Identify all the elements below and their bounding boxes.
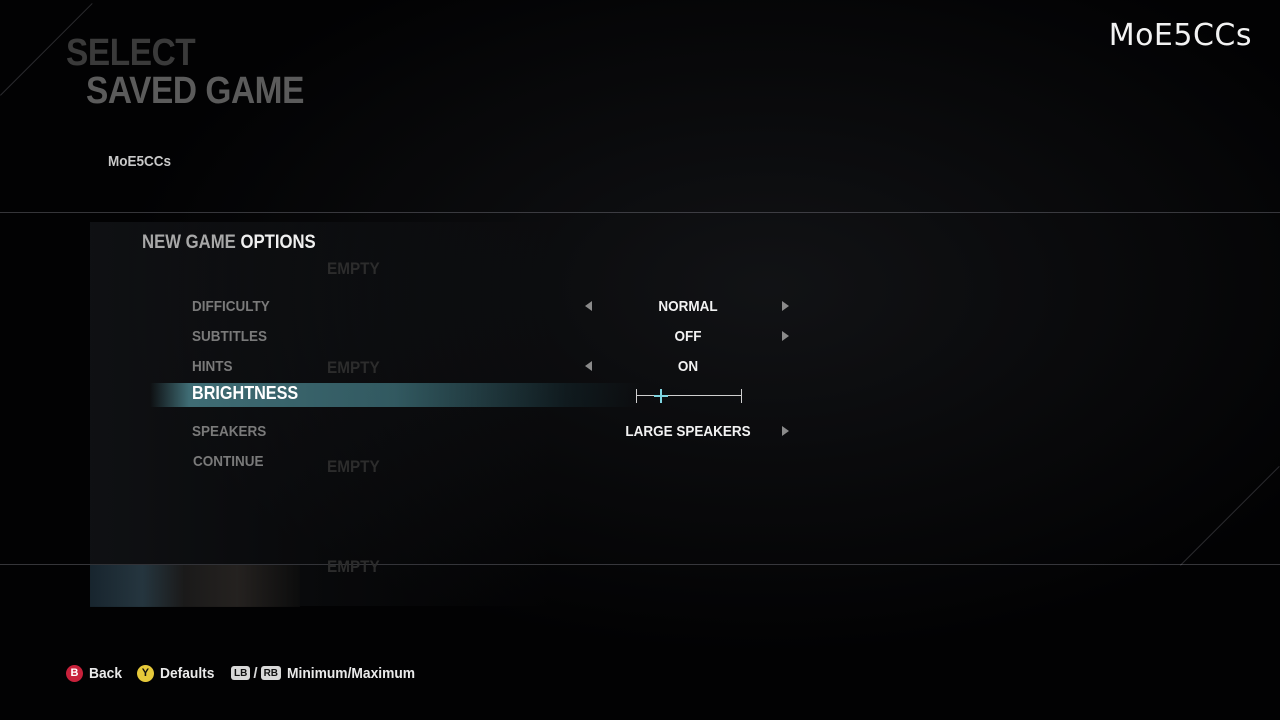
option-label: BRIGHTNESS (192, 383, 299, 403)
option-label: SPEAKERS (192, 423, 267, 440)
save-slot-empty-label: EMPTY (327, 557, 380, 576)
page-title-line1: SELECT (66, 32, 196, 74)
slider-handle-icon[interactable] (654, 389, 669, 403)
option-label: SUBTITLES (192, 328, 268, 345)
option-value: OFF (674, 328, 702, 345)
option-label: DIFFICULTY (192, 298, 270, 315)
save-slot-list (90, 222, 550, 606)
option-value: ON (677, 358, 699, 375)
profile-name: MoE5CCs (108, 153, 172, 170)
option-speakers[interactable]: SPEAKERS LARGE SPEAKERS (0, 420, 1280, 444)
panel-title-prefix: NEW GAME (142, 232, 236, 253)
panel-title-suffix: OPTIONS (240, 232, 316, 253)
b-button-icon: B (66, 664, 83, 682)
slider-track (636, 395, 742, 396)
option-value: NORMAL (658, 298, 718, 315)
y-button-icon: Y (136, 664, 154, 682)
arrow-left-icon[interactable] (585, 361, 592, 371)
option-subtitles[interactable]: SUBTITLES OFF (0, 325, 1280, 349)
save-slot-empty-label: EMPTY (327, 259, 380, 278)
continue-button[interactable]: CONTINUE (193, 453, 264, 470)
option-brightness[interactable]: BRIGHTNESS (0, 383, 1280, 407)
save-slot-thumbnail (90, 565, 300, 607)
arrow-right-icon[interactable] (782, 331, 789, 341)
page-title-line2: SAVED GAME (86, 70, 304, 112)
divider-top (0, 212, 1280, 213)
rb-button-icon: RB (260, 666, 282, 680)
arrow-right-icon[interactable] (782, 426, 789, 436)
back-prompt[interactable]: Back (89, 665, 122, 682)
brightness-slider[interactable] (636, 389, 742, 403)
option-difficulty[interactable]: DIFFICULTY NORMAL (0, 295, 1280, 319)
arrow-left-icon[interactable] (585, 301, 592, 311)
slider-max-cap (741, 389, 742, 403)
option-value: LARGE SPEAKERS (625, 423, 751, 440)
lb-button-icon: LB (231, 666, 251, 680)
arrow-right-icon[interactable] (782, 301, 789, 311)
option-continue[interactable]: CONTINUE (0, 450, 1280, 474)
option-label: HINTS (192, 358, 233, 375)
defaults-prompt[interactable]: Defaults (160, 665, 214, 682)
option-hints[interactable]: HINTS ON (0, 355, 1280, 379)
slider-min-cap (636, 389, 637, 403)
separator: / (253, 664, 258, 682)
button-prompts: B Back Y Defaults LB / RB Minimum/Maximu… (66, 662, 438, 684)
panel-title: NEW GAME OPTIONS (142, 232, 316, 254)
watermark: MoE5CCs (1108, 18, 1252, 53)
min-max-prompt[interactable]: Minimum/Maximum (287, 665, 415, 682)
